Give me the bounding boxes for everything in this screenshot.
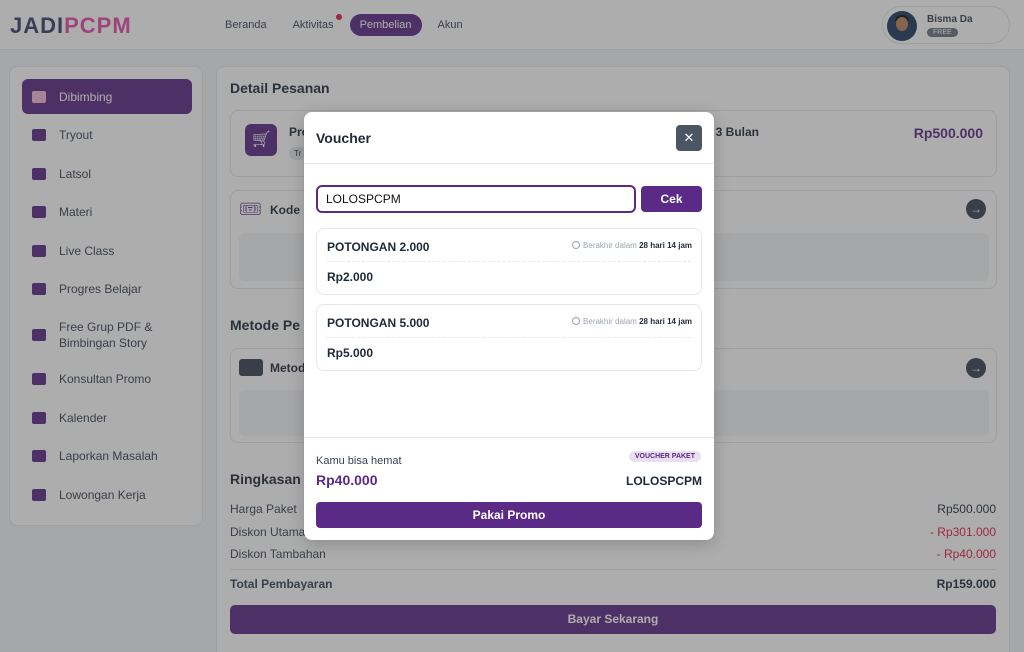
voucher-code-input[interactable] bbox=[316, 185, 636, 213]
applied-voucher-code: LOLOSPCPM bbox=[625, 474, 702, 488]
close-icon[interactable]: ✕ bbox=[676, 125, 702, 151]
voucher-value: Rp2.000 bbox=[327, 270, 374, 284]
voucher-expiry: Berakhir dalam 28 hari 14 jam bbox=[572, 317, 692, 326]
expiry-value: 28 hari 14 jam bbox=[639, 317, 692, 326]
expiry-prefix: Berakhir dalam bbox=[583, 241, 637, 250]
voucher-name: POTONGAN 2.000 bbox=[327, 240, 430, 254]
pakai-promo-button[interactable]: Pakai Promo bbox=[316, 502, 702, 528]
voucher-value: Rp5.000 bbox=[327, 346, 374, 360]
save-label: Kamu bisa hemat bbox=[316, 455, 402, 467]
divider bbox=[304, 163, 714, 164]
voucher-type-badge: VOUCHER PAKET bbox=[628, 451, 701, 462]
expiry-value: 28 hari 14 jam bbox=[639, 241, 692, 250]
voucher-card[interactable]: POTONGAN 5.000 Berakhir dalam 28 hari 14… bbox=[316, 304, 702, 371]
voucher-modal: Voucher ✕ Cek POTONGAN 2.000 Berakhir da… bbox=[304, 112, 714, 540]
expiry-prefix: Berakhir dalam bbox=[583, 317, 637, 326]
voucher-card[interactable]: POTONGAN 2.000 Berakhir dalam 28 hari 14… bbox=[316, 228, 702, 295]
divider bbox=[327, 261, 691, 262]
clock-icon bbox=[572, 241, 581, 249]
cek-button[interactable]: Cek bbox=[641, 186, 702, 212]
voucher-expiry: Berakhir dalam 28 hari 14 jam bbox=[572, 241, 692, 250]
modal-title: Voucher bbox=[316, 130, 371, 146]
clock-icon bbox=[572, 317, 581, 325]
divider bbox=[304, 437, 714, 438]
divider bbox=[327, 337, 691, 338]
save-value: Rp40.000 bbox=[316, 472, 378, 488]
voucher-name: POTONGAN 5.000 bbox=[327, 316, 430, 330]
